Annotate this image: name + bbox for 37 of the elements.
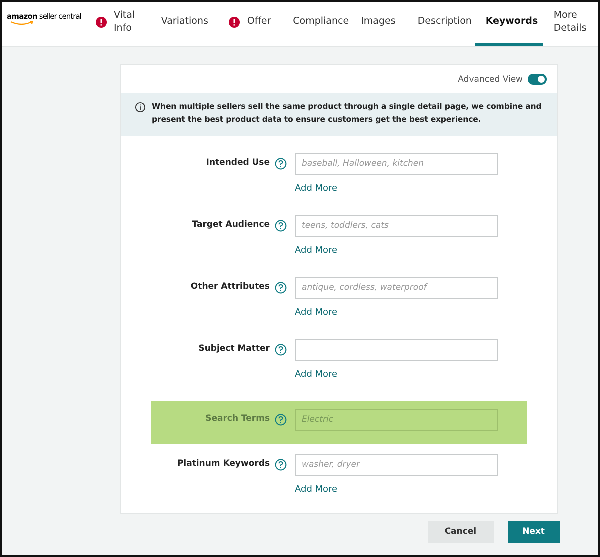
- text-field[interactable]: antique, cordless, waterproof: [295, 276, 498, 299]
- text-field[interactable]: baseball, Halloween, kitchen: [295, 152, 498, 175]
- nav-tab[interactable]: Vital Info: [85, 2, 150, 46]
- nav-tab[interactable]: Description: [406, 2, 475, 46]
- text-field[interactable]: Electric: [295, 408, 498, 431]
- cancel-button[interactable]: Cancel: [428, 521, 494, 543]
- field-label: Intended Use: [206, 158, 270, 168]
- add-more-link[interactable]: Add More: [295, 308, 338, 318]
- info-icon: [135, 102, 146, 113]
- help-icon[interactable]: [275, 158, 287, 170]
- nav-tab[interactable]: More Details: [542, 2, 598, 46]
- help-icon[interactable]: [275, 344, 287, 356]
- field-label: Subject Matter: [198, 344, 270, 354]
- nav-tab[interactable]: Offer: [218, 2, 282, 46]
- field-label: Search Terms: [206, 414, 270, 424]
- text-field[interactable]: teens, toddlers, cats: [295, 214, 498, 237]
- add-more-link[interactable]: Add More: [295, 246, 338, 256]
- field-label: Target Audience: [192, 220, 270, 230]
- smile-icon: [10, 21, 34, 26]
- text-field[interactable]: [295, 338, 498, 361]
- nav-tab[interactable]: Keywords: [474, 2, 543, 46]
- toggle-switch[interactable]: [528, 74, 547, 85]
- next-button[interactable]: Next: [508, 521, 560, 543]
- help-icon[interactable]: [275, 282, 287, 294]
- help-icon[interactable]: [275, 220, 287, 232]
- add-more-link[interactable]: Add More: [295, 184, 338, 194]
- nav-tab[interactable]: Compliance: [282, 2, 350, 46]
- text-field[interactable]: washer, dryer: [295, 454, 498, 476]
- add-more-link[interactable]: Add More: [295, 370, 338, 380]
- add-more-link[interactable]: Add More: [295, 484, 338, 495]
- nav-tab[interactable]: Images: [350, 2, 407, 46]
- field-label: Other Attributes: [190, 282, 270, 292]
- field-label: Platinum Keywords: [177, 458, 270, 469]
- toggle-label: Advanced View: [458, 74, 523, 84]
- help-icon[interactable]: [275, 414, 287, 426]
- help-icon[interactable]: [275, 458, 287, 471]
- nav-tab[interactable]: Variations: [150, 2, 218, 46]
